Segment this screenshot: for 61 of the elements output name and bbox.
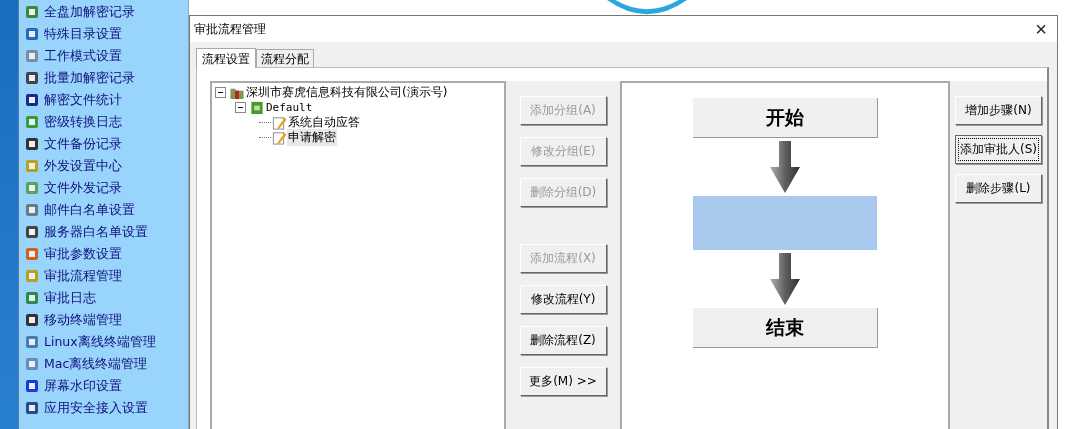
menu-item-icon	[24, 70, 40, 86]
menu-item-icon	[24, 400, 40, 416]
sidebar-item[interactable]: 解密文件统计	[24, 89, 156, 111]
menu-item-icon	[24, 224, 40, 240]
flow-button[interactable]: 修改流程(Y)	[519, 285, 607, 314]
sidebar-item[interactable]: 屏幕水印设置	[24, 375, 156, 397]
sidebar-item[interactable]: 服务器白名单设置	[24, 221, 156, 243]
document-pencil-icon	[271, 130, 287, 145]
flow-button[interactable]: 删除流程(Z)	[519, 326, 607, 355]
menu-item-icon	[24, 158, 40, 174]
step-button[interactable]: 增加步骤(N)	[955, 96, 1042, 125]
menu-item-icon	[24, 312, 40, 328]
menu-item-icon	[24, 246, 40, 262]
collapse-toggle[interactable]	[215, 87, 226, 98]
sidebar-item[interactable]: 工作模式设置	[24, 45, 156, 67]
sidebar-item[interactable]: Linux离线终端管理	[24, 331, 156, 353]
sidebar-item[interactable]: 应用安全接入设置	[24, 397, 156, 419]
sidebar-item[interactable]: 外发设置中心	[24, 155, 156, 177]
menu-item-icon	[24, 4, 40, 20]
sidebar-item[interactable]: 全盘加解密记录	[24, 1, 156, 23]
window-title: 审批流程管理	[194, 20, 266, 38]
menu-item-icon	[24, 136, 40, 152]
tree-node[interactable]: 深圳市赛虎信息科技有限公司(演示号)	[245, 84, 449, 101]
sidebar-item[interactable]: 审批流程管理	[24, 265, 156, 287]
down-arrow	[770, 141, 800, 193]
menu-item-icon	[24, 378, 40, 394]
book-icon	[249, 100, 265, 115]
menu-item-icon	[24, 92, 40, 108]
step-button[interactable]: 删除步骤(L)	[955, 174, 1042, 203]
sidebar-item[interactable]: Mac离线终端管理	[24, 353, 156, 375]
tree-node[interactable]: Default	[265, 101, 314, 114]
flow-button[interactable]: 更多(M) >>	[519, 367, 607, 396]
sidebar-item[interactable]: 文件备份记录	[24, 133, 156, 155]
tree-node[interactable]: 申请解密	[287, 129, 337, 146]
menu-item-icon	[24, 334, 40, 350]
step-button[interactable]: 添加审批人(S)	[955, 135, 1042, 164]
sidebar-item[interactable]: 邮件白名单设置	[24, 199, 156, 221]
close-button[interactable]: ×	[1025, 19, 1057, 39]
down-arrow	[770, 253, 800, 305]
collapse-toggle[interactable]	[235, 102, 246, 113]
tab[interactable]: 流程设置	[196, 48, 256, 68]
sidebar-item[interactable]: 审批参数设置	[24, 243, 156, 265]
tab[interactable]: 流程分配	[256, 49, 314, 67]
menu-item-icon	[24, 180, 40, 196]
sidebar-item[interactable]: 移动终端管理	[24, 309, 156, 331]
menu-item-icon	[24, 202, 40, 218]
sidebar-item[interactable]: 特殊目录设置	[24, 23, 156, 45]
menu-item-icon	[24, 268, 40, 284]
sidebar-item[interactable]: 批量加解密记录	[24, 67, 156, 89]
start-step[interactable]: 开始	[692, 98, 878, 138]
sidebar-item[interactable]: 密级转换日志	[24, 111, 156, 133]
menu-item-icon	[24, 26, 40, 42]
menu-item-icon	[24, 356, 40, 372]
sidebar-item[interactable]: 审批日志	[24, 287, 156, 309]
sidebar-item[interactable]: 文件外发记录	[24, 177, 156, 199]
menu-item-icon	[24, 114, 40, 130]
menu-item-icon	[24, 290, 40, 306]
end-step[interactable]: 结束	[692, 308, 878, 348]
menu-item-icon	[24, 48, 40, 64]
tree-node[interactable]: 系统自动应答	[287, 114, 361, 131]
document-pencil-icon	[271, 115, 287, 130]
